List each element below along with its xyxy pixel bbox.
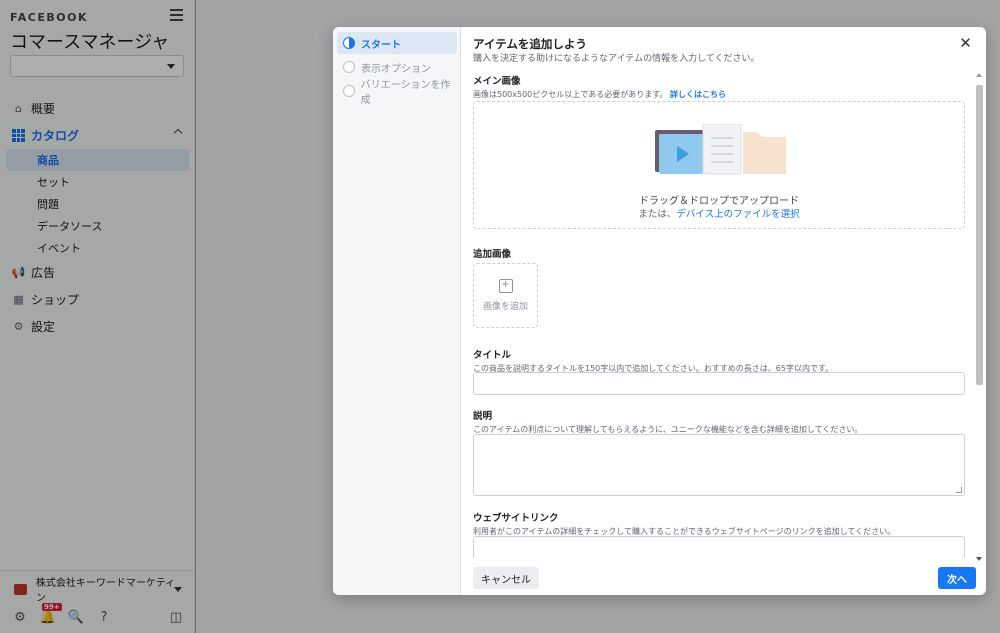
website-section: ウェブサイトリンク 利用者がこのアイテムの詳細をチェックして購入することができる… (473, 510, 895, 537)
step-create-variations[interactable]: バリエーションを作成 (337, 80, 457, 106)
additional-images-section: 追加画像 (473, 246, 511, 260)
dialog-title: アイテムを追加しよう (473, 37, 587, 51)
dialog-footer: キャンセル 次へ (462, 558, 986, 595)
scroll-thumb[interactable] (976, 85, 983, 385)
main-image-help-text: 画像は500x500ピクセル以上である必要があります。 (473, 90, 668, 99)
description-textarea[interactable] (473, 434, 965, 496)
step-progress-icon (343, 37, 355, 49)
cancel-button[interactable]: キャンセル (473, 567, 539, 589)
add-image-label: 画像を追加 (482, 302, 528, 312)
add-image-icon: + (498, 279, 513, 293)
scroll-up-icon[interactable] (976, 73, 982, 77)
dialog-subtitle: 購入を決定する助けになるようなアイテムの情報を入力してください。 (473, 54, 760, 64)
step-list: スタート 表示オプション バリエーションを作成 (333, 27, 461, 595)
close-icon[interactable]: ✕ (959, 36, 972, 51)
dropzone-text: ドラッグ＆ドロップでアップロード (639, 196, 799, 207)
step-display-options[interactable]: 表示オプション (337, 56, 457, 78)
add-item-dialog: スタート 表示オプション バリエーションを作成 アイテムを追加しよう 購入を決定… (333, 27, 986, 595)
dropzone-or-text: または、 (638, 209, 677, 220)
title-section: タイトル この商品を説明するタイトルを150字以内で追加してください。おすすめの… (473, 347, 833, 374)
add-image-button[interactable]: + 画像を追加 (473, 263, 538, 328)
website-input[interactable] (473, 536, 965, 558)
resize-grip-icon[interactable] (956, 487, 962, 493)
dialog-content: アイテムを追加しよう 購入を決定する助けになるようなアイテムの情報を入力してくだ… (462, 27, 986, 595)
step-circle-icon (343, 85, 355, 97)
main-image-help: 画像は500x500ピクセル以上である必要があります。 詳しくはこちら (473, 89, 726, 100)
dropzone-subtext: または、デバイス上のファイルを選択 (474, 206, 964, 220)
main-image-label: メイン画像 (473, 76, 521, 87)
description-section: 説明 このアイテムの利点について理解してもらえるように、ユニークな機能などを含む… (473, 408, 862, 435)
next-button[interactable]: 次へ (938, 567, 976, 589)
step-label: スタート (361, 39, 401, 51)
title-input[interactable] (473, 372, 965, 395)
title-label: タイトル (473, 350, 512, 361)
learn-more-link[interactable]: 詳しくはこちら (670, 90, 726, 99)
main-image-dropzone[interactable]: ドラッグ＆ドロップでアップロード または、デバイス上のファイルを選択 (473, 101, 965, 229)
form-scrollbar[interactable] (976, 73, 983, 561)
upload-illustration-icon (655, 124, 786, 175)
step-start[interactable]: スタート (337, 32, 457, 54)
form-scroll-area[interactable]: メイン画像 画像は500x500ピクセル以上である必要があります。 詳しくはこち… (462, 71, 975, 558)
select-file-link[interactable]: デバイス上のファイルを選択 (676, 209, 799, 220)
additional-images-label: 追加画像 (473, 249, 512, 260)
step-label: バリエーションを作成 (360, 80, 451, 106)
website-label: ウェブサイトリンク (473, 513, 559, 524)
main-image-section: メイン画像 画像は500x500ピクセル以上である必要があります。 詳しくはこち… (473, 73, 726, 100)
description-label: 説明 (473, 411, 493, 422)
step-circle-icon (343, 61, 355, 73)
step-label: 表示オプション (361, 63, 431, 75)
